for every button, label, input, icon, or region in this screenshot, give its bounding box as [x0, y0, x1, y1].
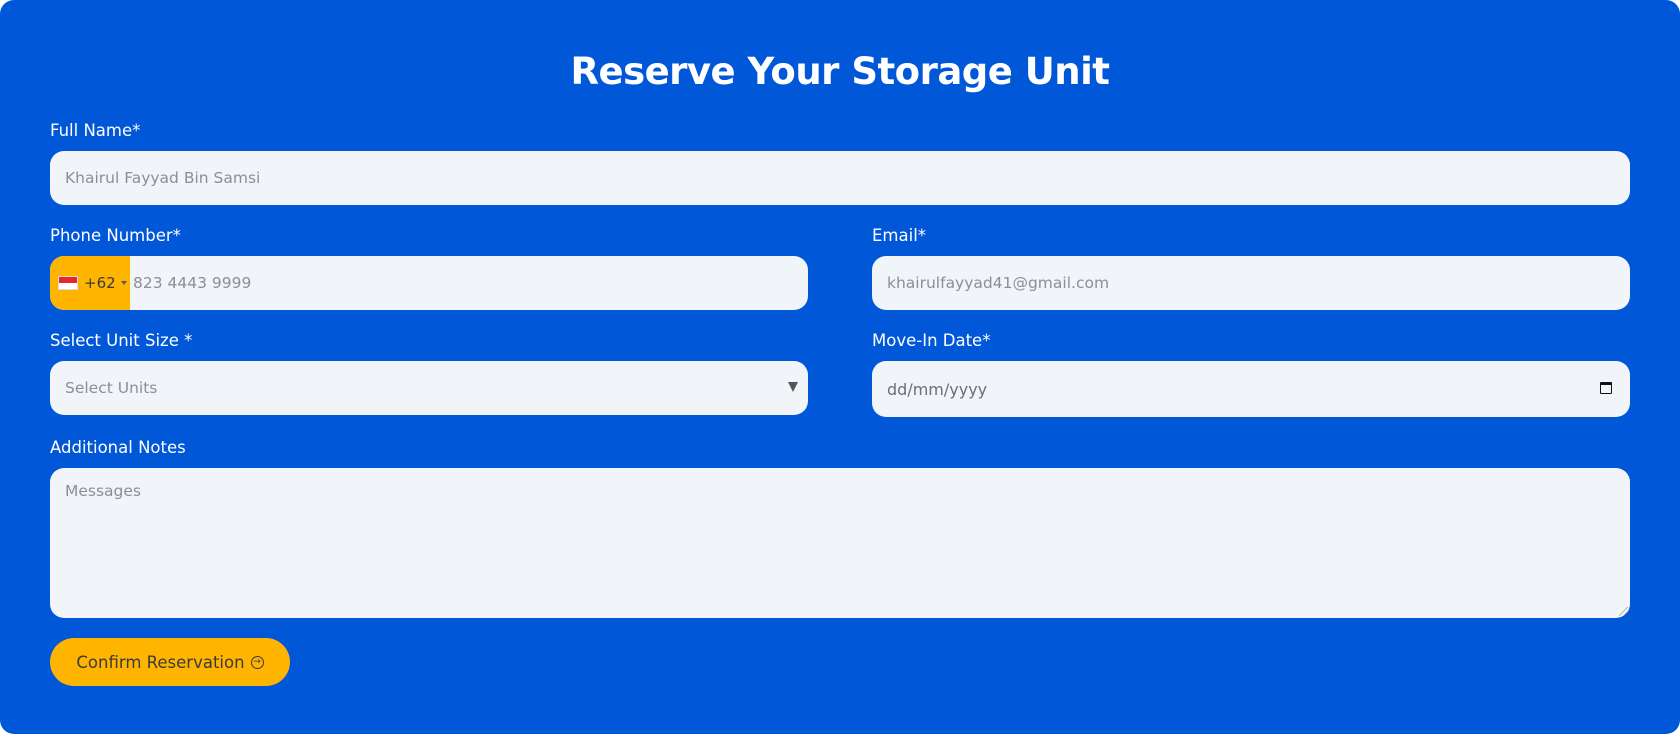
indonesia-flag-icon — [58, 276, 78, 290]
full-name-input[interactable]: Khairul Fayyad Bin Samsi — [50, 151, 1630, 205]
country-code: +62 — [84, 274, 116, 292]
phone-label: Phone Number* — [50, 226, 181, 245]
unit-size-label: Select Unit Size * — [50, 331, 193, 350]
unit-size-select[interactable]: Select Units — [50, 361, 808, 415]
confirm-button-label: Confirm Reservation — [76, 652, 245, 672]
notes-label: Additional Notes — [50, 438, 186, 457]
country-code-select[interactable]: +62 — [50, 256, 130, 310]
date-placeholder: dd/mm/yyyy — [887, 379, 988, 399]
confirm-reservation-button[interactable]: Confirm Reservation → — [50, 638, 290, 686]
phone-input[interactable]: 823 4443 9999 — [130, 274, 251, 292]
notes-textarea[interactable]: Messages — [50, 468, 1630, 618]
dropdown-arrow-icon — [788, 382, 798, 392]
calendar-icon[interactable] — [1600, 382, 1612, 394]
email-input[interactable]: khairulfayyad41@gmail.com — [872, 256, 1630, 310]
full-name-label: Full Name* — [50, 121, 141, 140]
reservation-form: Reserve Your Storage Unit Full Name* Kha… — [0, 0, 1680, 734]
move-in-date-input[interactable]: dd/mm/yyyy — [872, 361, 1630, 417]
email-placeholder: khairulfayyad41@gmail.com — [887, 274, 1110, 292]
chevron-down-icon — [120, 281, 127, 285]
move-in-date-label: Move-In Date* — [872, 331, 991, 350]
resize-handle-icon[interactable] — [1619, 607, 1628, 616]
unit-size-value: Select Units — [65, 379, 158, 397]
full-name-placeholder: Khairul Fayyad Bin Samsi — [65, 169, 261, 187]
notes-placeholder: Messages — [65, 482, 142, 500]
arrow-circle-right-icon: → — [250, 655, 264, 669]
phone-field: +62 823 4443 9999 — [50, 256, 808, 310]
email-label: Email* — [872, 226, 927, 245]
form-title: Reserve Your Storage Unit — [570, 50, 1110, 93]
